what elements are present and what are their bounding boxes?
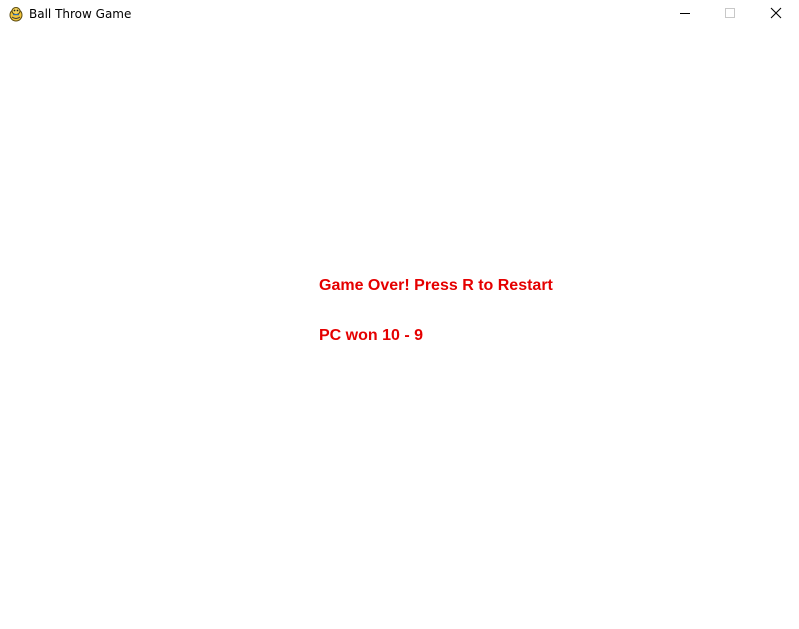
result-message: PC won 10 - 9: [319, 327, 424, 344]
pygame-snake-icon: [8, 6, 24, 22]
close-icon: [770, 7, 782, 19]
game-over-message: Game Over! Press R to Restart: [319, 277, 553, 294]
app-window: Ball Throw Game Game Over! Press R to Re…: [0, 0, 799, 629]
title-bar[interactable]: Ball Throw Game: [0, 0, 799, 30]
game-canvas[interactable]: Game Over! Press R to Restart PC won 10 …: [0, 30, 799, 629]
minimize-icon: [680, 13, 690, 14]
maximize-icon: [725, 8, 735, 18]
window-title: Ball Throw Game: [29, 7, 132, 21]
close-button[interactable]: [753, 0, 799, 29]
maximize-button[interactable]: [707, 0, 753, 29]
minimize-button[interactable]: [662, 0, 708, 29]
